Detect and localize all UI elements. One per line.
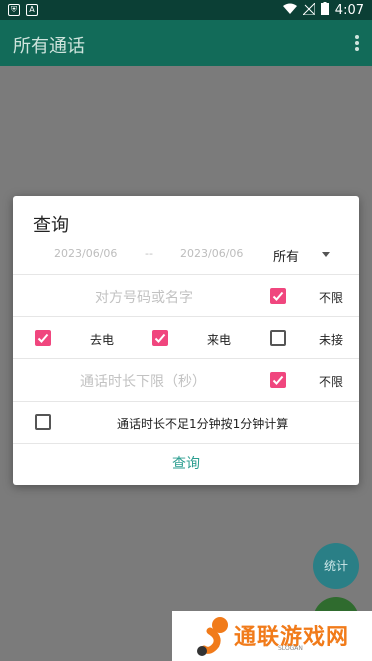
name-unlimited-label: 不限 xyxy=(319,291,344,305)
missed-checkbox[interactable] xyxy=(270,330,286,346)
status-bar: ⛨ A 4:07 xyxy=(0,0,372,20)
stats-fab-button[interactable]: 统计 xyxy=(313,543,359,589)
watermark-slogan: SLOGAN xyxy=(278,645,303,652)
divider xyxy=(13,274,359,275)
watermark-logo-icon xyxy=(197,617,228,656)
name-input[interactable]: 对方号码或名字 xyxy=(95,287,193,307)
outgoing-checkbox[interactable] xyxy=(35,330,51,346)
app-bar: 所有通话 xyxy=(0,20,372,66)
query-dialog: 查询 2023/06/06 -- 2023/06/06 所有 对方号码或名字 不… xyxy=(13,196,359,485)
name-unlimited-checkbox[interactable] xyxy=(270,288,286,304)
outgoing-label: 去电 xyxy=(90,333,115,347)
date-end-field[interactable]: 2023/06/06 xyxy=(180,247,243,260)
page-title: 所有通话 xyxy=(13,36,85,57)
query-button[interactable]: 查询 xyxy=(13,444,359,484)
signal-off-icon xyxy=(301,1,316,18)
divider xyxy=(13,401,359,402)
dialog-title: 查询 xyxy=(33,215,69,236)
duration-unlimited-checkbox[interactable] xyxy=(270,372,286,388)
date-separator: -- xyxy=(145,247,153,260)
incoming-checkbox[interactable] xyxy=(152,330,168,346)
duration-unlimited-label: 不限 xyxy=(319,375,344,389)
date-start-field[interactable]: 2023/06/06 xyxy=(54,247,117,260)
missed-label: 未接 xyxy=(319,333,344,347)
wifi-icon xyxy=(282,3,297,18)
duration-input[interactable]: 通话时长下限（秒） xyxy=(80,371,206,391)
shield-icon: ⛨ xyxy=(8,4,20,16)
incoming-label: 来电 xyxy=(207,333,232,347)
battery-icon xyxy=(320,2,329,18)
a-icon: A xyxy=(26,4,38,16)
round-minute-label: 通话时长不足1分钟按1分钟计算 xyxy=(117,417,289,431)
status-time: 4:07 xyxy=(334,2,364,18)
chevron-down-icon[interactable] xyxy=(322,252,330,257)
more-vert-icon[interactable] xyxy=(354,35,360,51)
divider xyxy=(13,316,359,317)
type-select[interactable]: 所有 xyxy=(273,246,299,265)
watermark: 通联游戏网 SLOGAN xyxy=(172,611,372,661)
round-minute-checkbox[interactable] xyxy=(35,414,51,430)
divider xyxy=(13,358,359,359)
